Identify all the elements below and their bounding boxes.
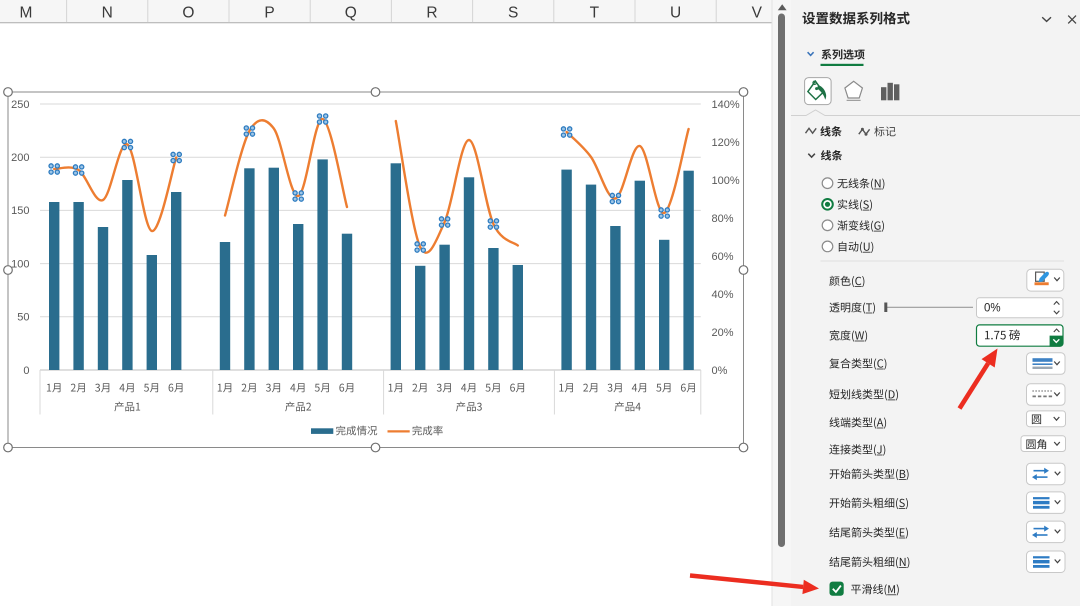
svg-text:P: P bbox=[264, 4, 274, 21]
svg-text:250: 250 bbox=[11, 99, 29, 111]
svg-text:50: 50 bbox=[17, 312, 29, 324]
svg-text:120%: 120% bbox=[712, 137, 740, 149]
svg-text:40%: 40% bbox=[712, 289, 734, 301]
svg-text:0%: 0% bbox=[712, 365, 728, 377]
svg-text:R: R bbox=[426, 4, 437, 21]
svg-text:V: V bbox=[752, 4, 763, 21]
svg-text:140%: 140% bbox=[712, 99, 740, 111]
svg-text:0: 0 bbox=[23, 365, 29, 377]
svg-text:150: 150 bbox=[11, 205, 29, 217]
svg-text:20%: 20% bbox=[712, 327, 734, 339]
svg-text:100: 100 bbox=[11, 258, 29, 270]
svg-text:U: U bbox=[670, 4, 681, 21]
svg-text:80%: 80% bbox=[712, 213, 734, 225]
svg-text:T: T bbox=[590, 4, 600, 21]
svg-text:M: M bbox=[20, 4, 33, 21]
svg-text:0%: 0% bbox=[984, 302, 1001, 314]
svg-text:200: 200 bbox=[11, 152, 29, 164]
svg-text:100%: 100% bbox=[712, 175, 740, 187]
svg-text:O: O bbox=[182, 4, 194, 21]
svg-text:S: S bbox=[508, 4, 518, 21]
svg-text:60%: 60% bbox=[712, 251, 734, 263]
svg-text:N: N bbox=[102, 4, 113, 21]
svg-text:Q: Q bbox=[345, 4, 357, 21]
